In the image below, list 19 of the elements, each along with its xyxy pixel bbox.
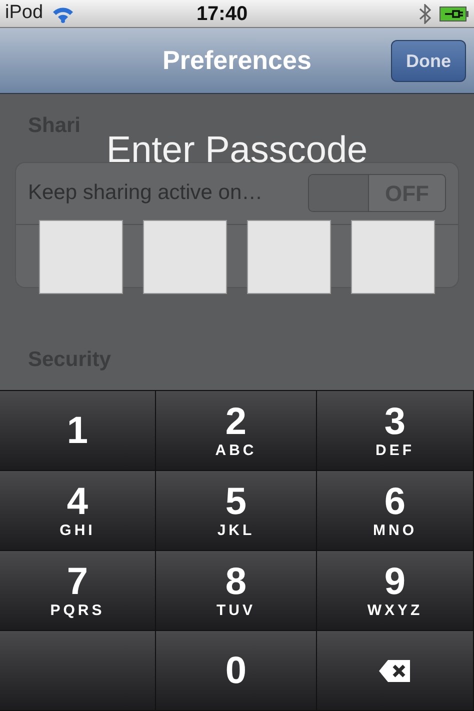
done-button[interactable]: Done: [391, 40, 466, 82]
nav-title: Preferences: [162, 44, 312, 77]
carrier-label: iPod: [5, 1, 44, 26]
keypad-key[interactable]: 9 WXYZ: [317, 551, 474, 631]
keypad-key[interactable]: 7 PQRS: [0, 551, 156, 631]
passcode-title: Enter Passcode: [106, 128, 368, 172]
delete-icon: [378, 658, 412, 682]
keypad-key[interactable]: 4 GHI: [0, 471, 156, 551]
keypad-key[interactable]: 3 DEF: [317, 391, 474, 471]
keypad-key[interactable]: 0: [156, 631, 317, 711]
keypad-key[interactable]: 1: [0, 391, 156, 471]
keypad-key[interactable]: 5 JKL: [156, 471, 317, 551]
keypad-key[interactable]: 2 ABC: [156, 391, 317, 471]
bluetooth-icon: [419, 4, 431, 24]
battery-icon: [439, 6, 469, 22]
keypad-key[interactable]: 6 MNO: [317, 471, 474, 551]
keypad-key[interactable]: 8 TUV: [156, 551, 317, 631]
delete-key[interactable]: [317, 631, 474, 711]
clock: 17:40: [195, 2, 249, 26]
